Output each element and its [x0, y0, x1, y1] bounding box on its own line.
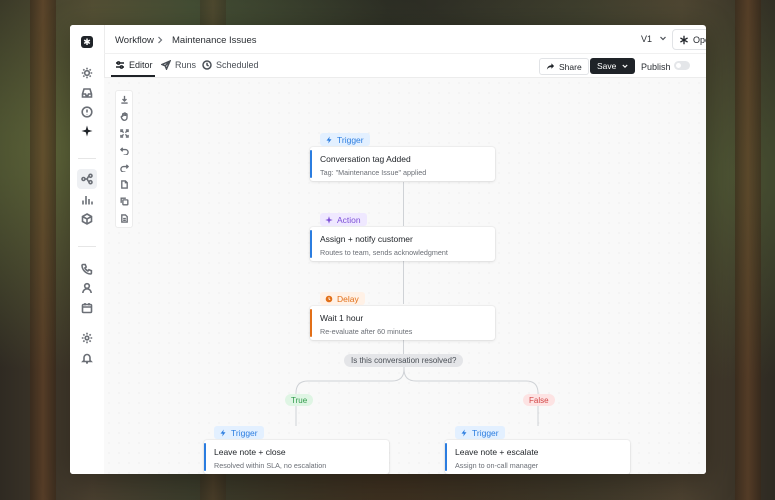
branch-true-label: True [285, 394, 314, 406]
sliders-icon [116, 61, 124, 69]
app-window: ✱ Workflow Maintenance Issues V1 Operato… [70, 25, 706, 474]
tab-scheduled-label: Scheduled [216, 60, 259, 70]
settings-icon[interactable] [80, 331, 94, 345]
sparkle-icon [325, 215, 333, 224]
user-icon[interactable] [80, 281, 94, 295]
alert-icon[interactable] [80, 105, 94, 119]
version-selector[interactable]: V1 [641, 34, 652, 44]
app-logo: ✱ [81, 36, 93, 48]
node-description: Assign to on-call manager [455, 461, 539, 470]
node-conversation-tag-added[interactable]: Conversation tag Added Tag: "Maintenance… [310, 147, 495, 181]
node-accent [310, 230, 312, 258]
breadcrumb-current: Maintenance Issues [172, 35, 257, 46]
save-button[interactable]: Save [590, 58, 636, 74]
copy-icon[interactable] [116, 193, 132, 210]
publish-label: Publish [641, 62, 671, 72]
undo-icon[interactable] [116, 142, 132, 159]
sparkle-icon[interactable] [80, 124, 94, 138]
publish-toggle[interactable] [674, 61, 690, 70]
trigger-badge: Trigger [214, 426, 264, 439]
chevron-down-icon[interactable] [658, 33, 668, 43]
file-icon[interactable] [116, 176, 132, 193]
sun-icon[interactable] [80, 66, 94, 80]
share-icon [546, 63, 555, 70]
node-title: Assign + notify customer [320, 234, 413, 244]
tab-editor-label: Editor [129, 60, 153, 70]
node-leave-note-escalate[interactable]: Leave note + escalate Assign to on-call … [445, 440, 630, 474]
lightning-icon [461, 429, 467, 436]
node-wait-1-hour[interactable]: Wait 1 hour Re-evaluate after 60 minutes [310, 306, 495, 340]
node-title: Leave note + close [214, 447, 286, 457]
rail-divider [78, 158, 96, 159]
editor-toolbar: Editor Runs Scheduled Share Save Publish [104, 53, 706, 78]
connector [403, 182, 404, 226]
trigger-badge-label: Trigger [337, 134, 364, 145]
document-icon[interactable] [116, 210, 132, 227]
node-description: Resolved within SLA, no escalation [214, 461, 327, 470]
left-rail: ✱ [70, 25, 105, 474]
branch-connector [295, 366, 539, 426]
node-description: Re-evaluate after 60 minutes [320, 327, 413, 336]
cube-icon[interactable] [80, 212, 94, 226]
tab-runs[interactable]: Runs [161, 60, 196, 70]
lightning-icon [326, 136, 332, 143]
node-accent [204, 443, 206, 471]
bar-chart-icon[interactable] [80, 193, 94, 207]
save-label: Save [597, 61, 617, 71]
node-title: Wait 1 hour [320, 313, 364, 323]
node-accent [445, 443, 447, 471]
top-bar: Workflow Maintenance Issues V1 Operator [104, 25, 706, 54]
canvas-tools [115, 90, 133, 228]
calendar-icon[interactable] [80, 301, 94, 315]
phone-icon[interactable] [80, 262, 94, 276]
action-badge: Action [320, 213, 367, 226]
active-tab-indicator [111, 75, 155, 77]
clock-icon [202, 60, 212, 70]
connector [403, 340, 404, 354]
node-assign-notify[interactable]: Assign + notify customer Routes to team,… [310, 227, 495, 261]
branch-false-label: False [523, 394, 555, 406]
lightning-icon [220, 429, 226, 436]
chevron-down-icon[interactable] [621, 62, 629, 70]
node-title: Conversation tag Added [320, 154, 411, 164]
workflow-canvas[interactable]: Trigger Conversation tag Added Tag: "Mai… [104, 78, 706, 474]
node-description: Tag: "Maintenance Issue" applied [320, 168, 427, 177]
trigger-badge-label: Trigger [231, 427, 258, 438]
node-accent [310, 309, 312, 337]
clock-icon [325, 295, 333, 302]
fit-view-icon[interactable] [116, 125, 132, 142]
operator-button[interactable]: Operator [672, 29, 706, 50]
workflow-icon[interactable] [77, 169, 97, 189]
share-label: Share [559, 61, 582, 72]
node-description: Routes to team, sends acknowledgment [320, 248, 448, 257]
redo-icon[interactable] [116, 159, 132, 176]
download-icon[interactable] [116, 91, 132, 108]
delay-badge-label: Delay [337, 293, 359, 304]
delay-badge: Delay [320, 292, 365, 305]
trigger-badge: Trigger [320, 133, 370, 146]
trigger-badge-label: Trigger [472, 427, 499, 438]
hand-icon[interactable] [116, 108, 132, 125]
rail-divider [78, 246, 96, 247]
tab-editor[interactable]: Editor [115, 60, 153, 70]
trigger-badge: Trigger [455, 426, 505, 439]
action-badge-label: Action [337, 214, 361, 225]
inbox-icon[interactable] [80, 86, 94, 100]
breadcrumb-root[interactable]: Workflow [115, 35, 154, 46]
tab-scheduled[interactable]: Scheduled [202, 60, 259, 70]
condition-pill[interactable]: Is this conversation resolved? [344, 354, 464, 367]
send-icon [161, 60, 171, 70]
node-title: Leave note + escalate [455, 447, 539, 457]
connector [403, 261, 404, 304]
operator-label: Operator [693, 34, 706, 45]
share-button[interactable]: Share [539, 58, 589, 75]
asterisk-icon [680, 35, 688, 44]
node-leave-note-close[interactable]: Leave note + close Resolved within SLA, … [204, 440, 389, 474]
bell-icon[interactable] [80, 351, 94, 365]
tab-runs-label: Runs [175, 60, 197, 70]
chevron-right-icon [158, 36, 163, 44]
node-accent [310, 150, 312, 178]
